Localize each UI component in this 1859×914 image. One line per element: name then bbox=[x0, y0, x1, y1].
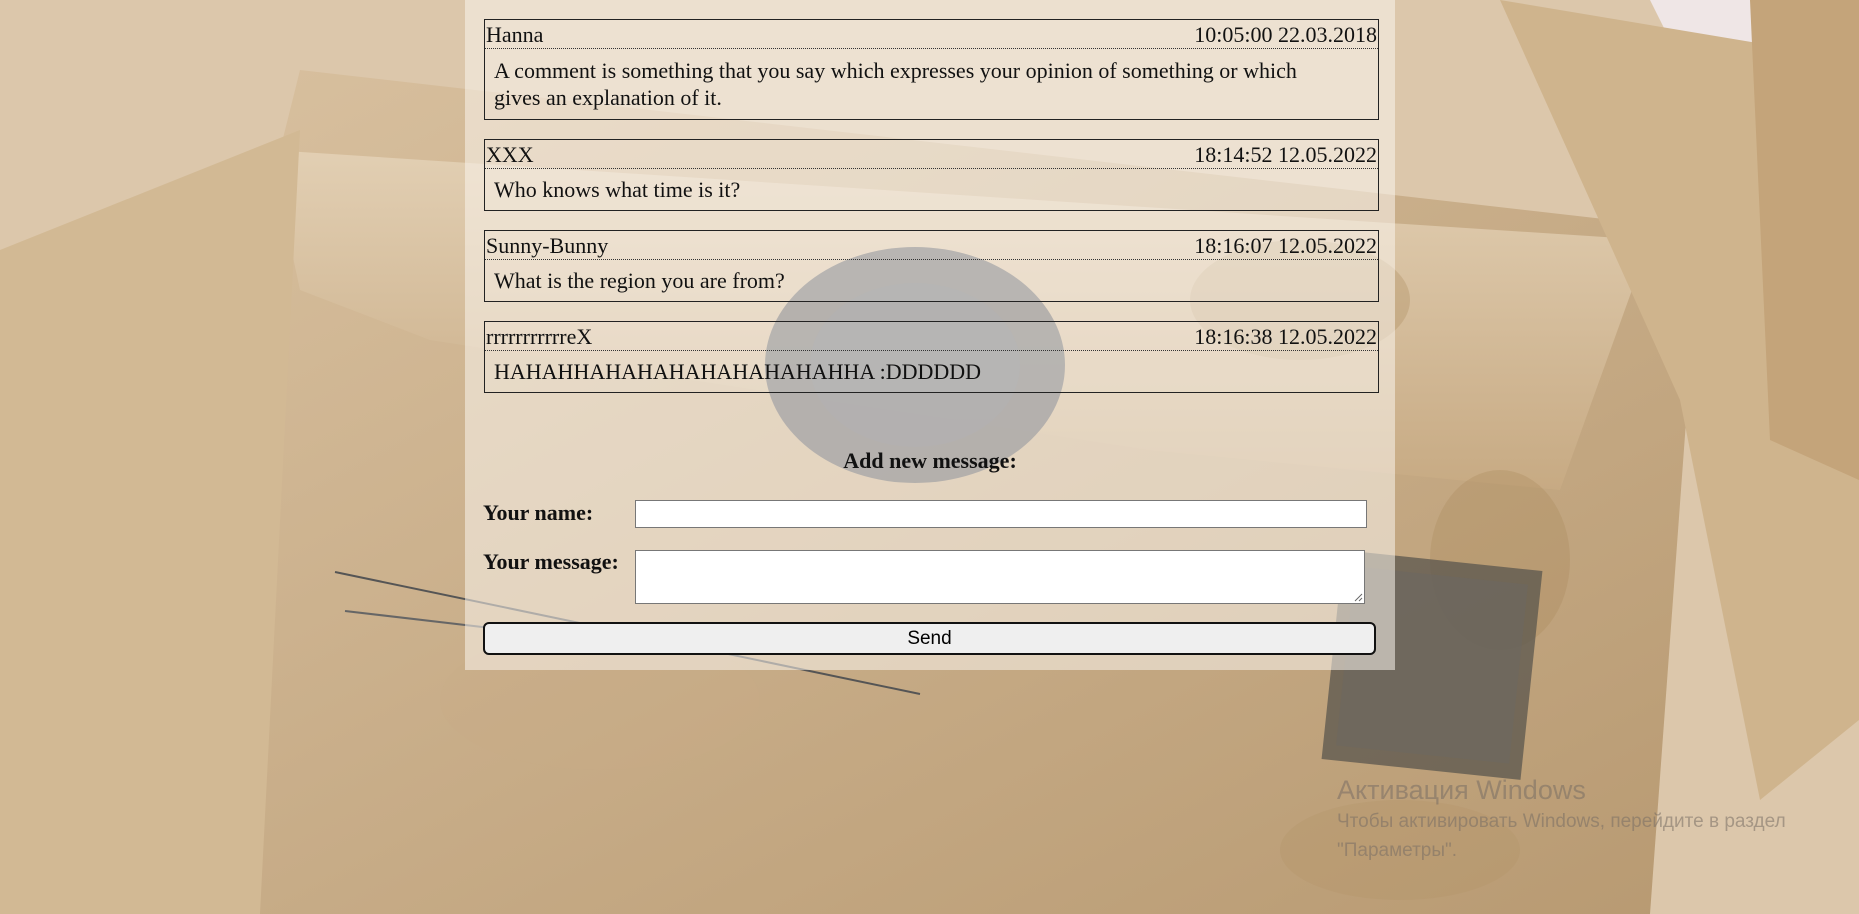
message-author: Hanna bbox=[486, 22, 544, 47]
message-text: Who knows what time is it? bbox=[494, 177, 741, 202]
resize-grip-icon[interactable] bbox=[1353, 592, 1363, 602]
message-author: rrrrrrrrrrreX bbox=[486, 324, 593, 349]
message-timestamp: 18:14:52 12.05.2022 bbox=[1194, 142, 1377, 167]
message-item: Sunny-Bunny 18:16:07 12.05.2022 What is … bbox=[484, 230, 1379, 302]
message-text: What is the region you are from? bbox=[494, 268, 785, 293]
windows-activation-watermark: Активация Windows Чтобы активировать Win… bbox=[1337, 773, 1807, 865]
message-header: Sunny-Bunny 18:16:07 12.05.2022 bbox=[485, 231, 1378, 260]
message-text: A comment is something that you say whic… bbox=[494, 58, 1297, 110]
message-item: Hanna 10:05:00 22.03.2018 A comment is s… bbox=[484, 19, 1379, 120]
watermark-text: Чтобы активировать Windows, перейдите в … bbox=[1337, 811, 1786, 861]
message-textarea[interactable] bbox=[635, 550, 1365, 604]
name-input[interactable] bbox=[635, 500, 1367, 528]
message-header: Hanna 10:05:00 22.03.2018 bbox=[485, 20, 1378, 49]
message-label: Your message: bbox=[483, 549, 619, 574]
message-text: HAHAHHAHAHAHAHAHAHAHAHHA :DDDDDD bbox=[494, 359, 982, 384]
message-timestamp: 10:05:00 22.03.2018 bbox=[1194, 22, 1377, 47]
message-item: rrrrrrrrrrreX 18:16:38 12.05.2022 HAHAHH… bbox=[484, 321, 1379, 393]
message-timestamp: 18:16:38 12.05.2022 bbox=[1194, 324, 1377, 349]
message-list: Hanna 10:05:00 22.03.2018 A comment is s… bbox=[484, 19, 1379, 412]
message-header: rrrrrrrrrrreX 18:16:38 12.05.2022 bbox=[485, 322, 1378, 351]
message-header: XXX 18:14:52 12.05.2022 bbox=[485, 140, 1378, 169]
watermark-title: Активация Windows bbox=[1337, 775, 1586, 805]
message-item: XXX 18:14:52 12.05.2022 Who knows what t… bbox=[484, 139, 1379, 211]
message-author: XXX bbox=[486, 142, 534, 167]
message-timestamp: 18:16:07 12.05.2022 bbox=[1194, 233, 1377, 258]
name-label: Your name: bbox=[483, 500, 594, 525]
guestbook-panel: Hanna 10:05:00 22.03.2018 A comment is s… bbox=[465, 0, 1395, 670]
add-message-heading: Add new message: bbox=[843, 448, 1017, 473]
send-button[interactable]: Send bbox=[483, 622, 1376, 655]
message-author: Sunny-Bunny bbox=[486, 233, 609, 258]
